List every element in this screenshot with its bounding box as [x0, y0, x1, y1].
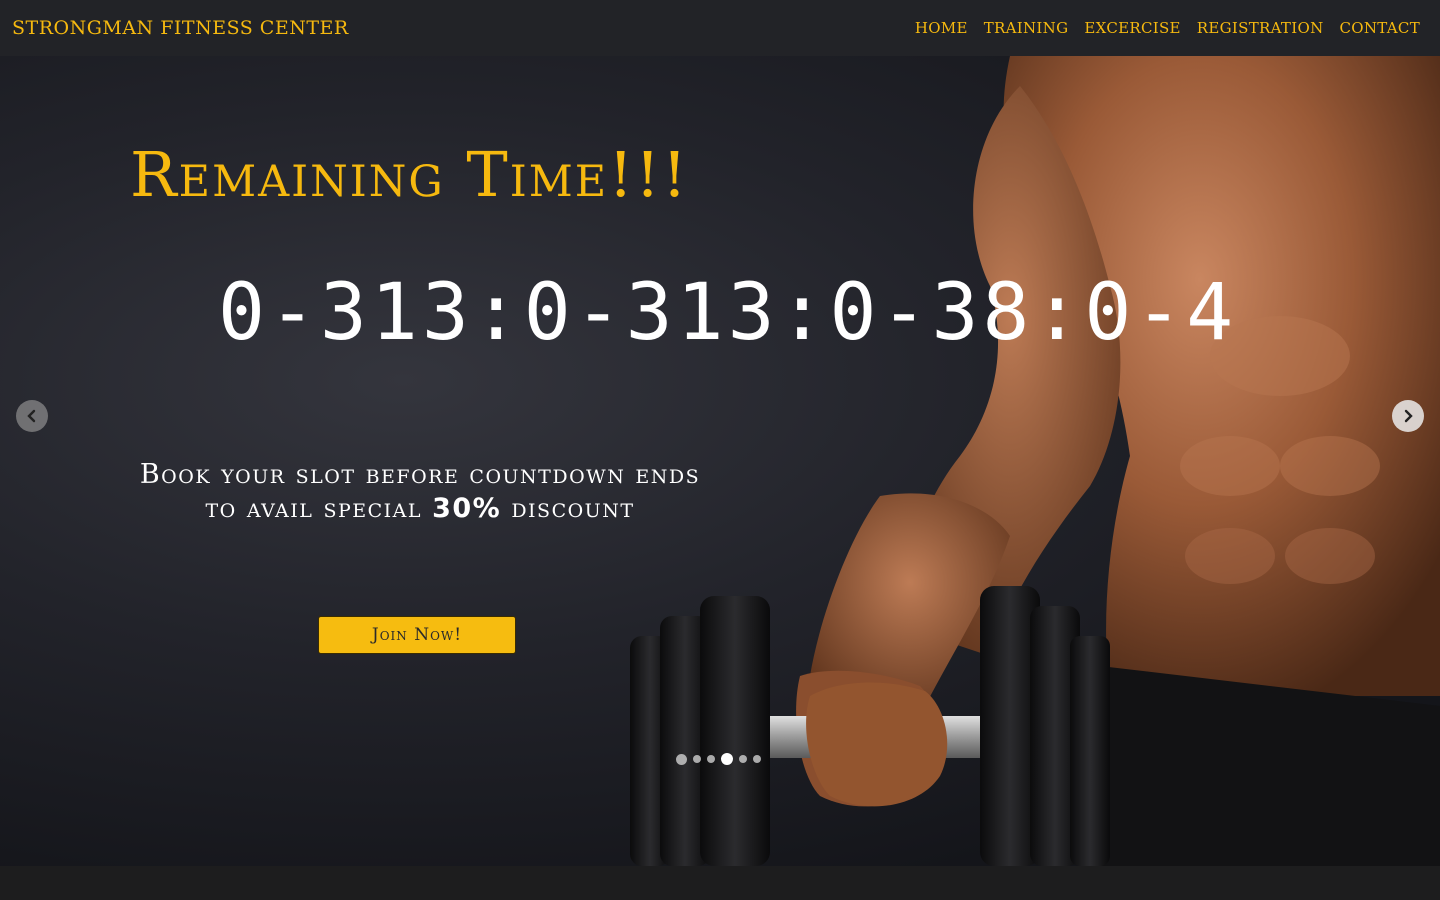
promo-line-2-prefix: to avail special: [205, 493, 433, 524]
countdown-timer: 0-313:0-313:0-38:0-4: [218, 268, 1238, 358]
promo-line-1: Book your slot before countdown ends: [139, 459, 701, 490]
carousel-indicators: [676, 753, 761, 765]
navbar: STRONGMAN FITNESS CENTER HOME TRAINING E…: [0, 0, 1440, 56]
nav-item-contact[interactable]: CONTACT: [1340, 19, 1421, 37]
brand-logo[interactable]: STRONGMAN FITNESS CENTER: [12, 17, 349, 39]
nav-item-excercise[interactable]: EXCERCISE: [1084, 19, 1180, 37]
carousel-dot-3[interactable]: [707, 755, 715, 763]
carousel-dot-1[interactable]: [676, 753, 687, 765]
nav-item-training[interactable]: TRAINING: [984, 19, 1069, 37]
carousel-prev-button[interactable]: [16, 400, 48, 432]
footer-strip: [0, 866, 1440, 900]
carousel-next-button[interactable]: [1392, 400, 1424, 432]
carousel-dot-5[interactable]: [739, 755, 747, 763]
countdown-title: Remaining Time!!!: [130, 138, 689, 211]
promo-text: Book your slot before countdown ends to …: [40, 458, 800, 526]
chevron-left-icon: [27, 409, 36, 423]
discount-percent: 30%: [432, 493, 502, 524]
nav-item-home[interactable]: HOME: [915, 19, 968, 37]
carousel-dot-6[interactable]: [753, 755, 761, 763]
nav-menu: HOME TRAINING EXCERCISE REGISTRATION CON…: [915, 19, 1420, 37]
carousel-dot-2[interactable]: [693, 755, 701, 763]
join-now-button[interactable]: Join Now!: [318, 616, 516, 654]
promo-line-2: to avail special 30% discount: [40, 492, 800, 526]
promo-line-2-suffix: discount: [501, 493, 635, 524]
carousel-dot-4-active[interactable]: [721, 753, 733, 765]
chevron-right-icon: [1404, 409, 1413, 423]
nav-item-registration[interactable]: REGISTRATION: [1197, 19, 1324, 37]
hero-carousel: Remaining Time!!! 0-313:0-313:0-38:0-4 B…: [0, 56, 1440, 866]
